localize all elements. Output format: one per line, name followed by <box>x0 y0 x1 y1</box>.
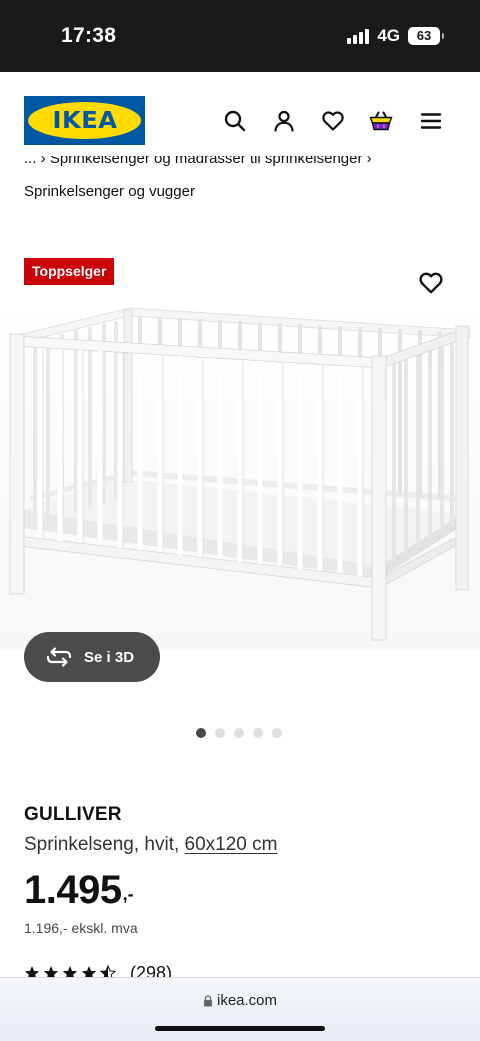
status-bar: 17:38 4G 63 <box>0 0 480 72</box>
browser-address-bar[interactable]: ikea.com <box>0 977 480 1041</box>
lock-icon <box>203 994 212 1006</box>
rotate-3d-icon <box>46 647 72 667</box>
signal-icon <box>347 28 370 44</box>
image-carousel-dots <box>196 728 282 738</box>
battery-icon: 63 <box>408 27 444 45</box>
menu-icon[interactable] <box>418 108 444 134</box>
carousel-dot-5[interactable] <box>272 728 282 738</box>
carousel-dot-3[interactable] <box>234 728 244 738</box>
carousel-dot-1[interactable] <box>196 728 206 738</box>
price-integer: 1.495 <box>24 868 122 912</box>
home-indicator[interactable] <box>155 1026 325 1031</box>
user-icon[interactable] <box>271 108 297 134</box>
network-type: 4G <box>377 26 400 45</box>
status-indicators: 4G 63 <box>347 26 444 46</box>
view-in-3d-button[interactable]: Se i 3D <box>24 632 160 682</box>
view-in-3d-label: Se i 3D <box>84 648 135 666</box>
product-image-crib[interactable] <box>0 296 480 650</box>
breadcrumb-partial-text: ... › Sprinkelsenger og madrasser til sp… <box>24 156 372 167</box>
url-container[interactable]: ikea.com <box>0 992 480 1009</box>
review-count: (298) <box>130 962 173 979</box>
product-rating[interactable]: (298) <box>24 960 172 978</box>
url-text: ikea.com <box>216 992 278 1009</box>
breadcrumb-current[interactable]: Sprinkelsenger og vugger <box>24 183 195 200</box>
search-icon[interactable] <box>222 108 248 134</box>
product-size-link[interactable]: 60x120 cm <box>185 834 278 855</box>
carousel-dot-2[interactable] <box>215 728 225 738</box>
add-to-favorites-icon[interactable] <box>418 270 444 296</box>
product-description: Sprinkelseng, hvit, 60x120 cm <box>24 834 277 856</box>
carousel-dot-4[interactable] <box>253 728 263 738</box>
product-name: GULLIVER <box>24 804 122 825</box>
logo-oval: IKEA <box>28 102 141 139</box>
ikea-logo[interactable]: IKEA <box>24 96 145 145</box>
heart-icon[interactable] <box>320 108 346 134</box>
site-header: IKEA <box>0 72 480 168</box>
product-description-text: Sprinkelseng, hvit, <box>24 834 180 855</box>
shopping-bag-icon[interactable] <box>368 108 394 134</box>
top-seller-badge: Toppselger <box>24 258 115 285</box>
price-decimal: ,- <box>122 884 134 904</box>
price-excl-vat: 1.196,- ekskl. mva <box>24 920 138 936</box>
product-price: 1.495 ,- <box>24 866 134 914</box>
breadcrumb-partial[interactable]: ... › Sprinkelsenger og madrasser til sp… <box>24 156 372 168</box>
logo-text: IKEA <box>51 107 118 134</box>
status-time: 17:38 <box>61 24 117 47</box>
